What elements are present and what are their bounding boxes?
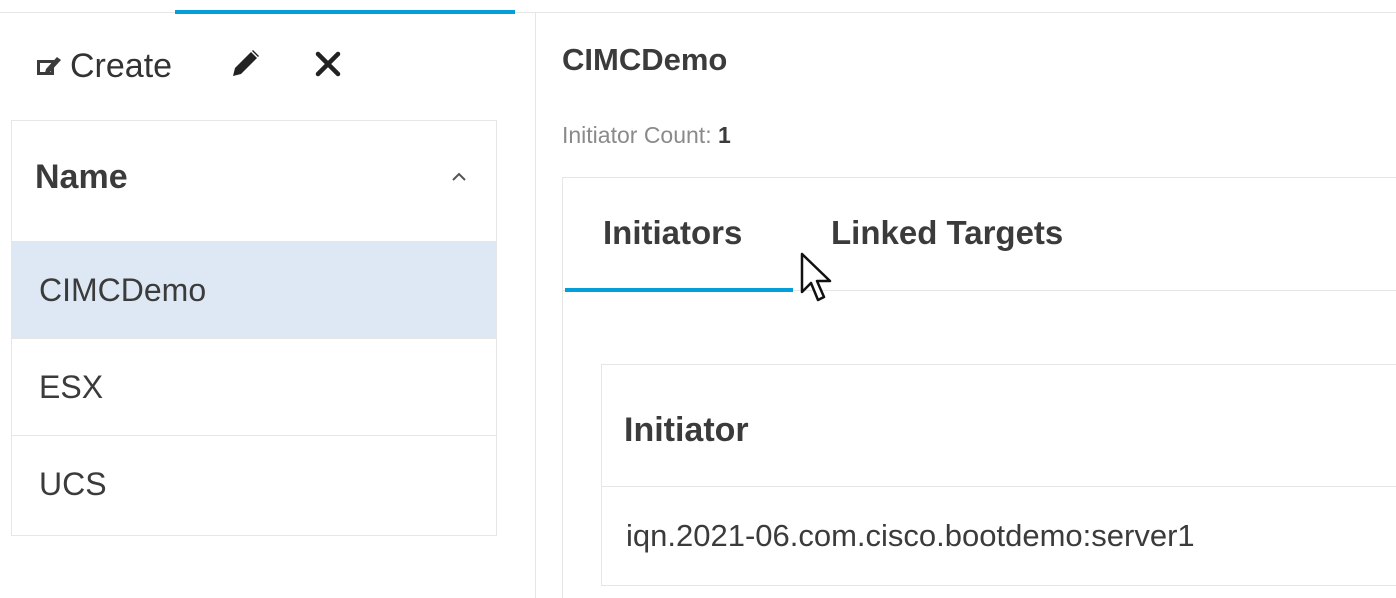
- close-icon: [314, 50, 342, 83]
- edit-button[interactable]: [230, 49, 262, 84]
- name-list-table: Name CIMCDemo ESX UCS: [11, 120, 497, 536]
- pane-divider: [535, 13, 536, 598]
- pencil-icon: [230, 49, 262, 84]
- initiator-count: Initiator Count: 1: [562, 122, 731, 149]
- create-button-label: Create: [70, 46, 173, 85]
- detail-title: CIMCDemo: [562, 42, 728, 77]
- list-item-label: ESX: [39, 368, 104, 405]
- initiator-column-header[interactable]: Initiator: [602, 365, 1396, 487]
- initiator-value: iqn.2021-06.com.cisco.bootdemo:server1: [626, 518, 1195, 553]
- list-toolbar: Create: [36, 44, 342, 88]
- create-edit-icon: [36, 54, 62, 78]
- active-tab-indicator: [565, 288, 793, 292]
- chevron-up-icon[interactable]: [450, 171, 468, 183]
- tab-linked-targets[interactable]: Linked Targets: [831, 214, 1063, 252]
- list-item[interactable]: ESX: [12, 339, 496, 436]
- initiator-count-label: Initiator Count:: [562, 122, 712, 148]
- list-item-label: UCS: [39, 466, 107, 502]
- detail-card: Initiators Linked Targets Initiator iqn.…: [562, 177, 1396, 598]
- name-column-label: Name: [35, 157, 128, 196]
- table-row[interactable]: iqn.2021-06.com.cisco.bootdemo:server1: [602, 487, 1396, 585]
- page: Create Name CIMCDemo ESX UCS CIMCDemo In…: [0, 0, 1396, 598]
- detail-tabs: Initiators Linked Targets: [563, 178, 1396, 292]
- list-item[interactable]: CIMCDemo: [12, 242, 496, 339]
- active-nav-indicator: [175, 10, 515, 14]
- list-item[interactable]: UCS: [12, 436, 496, 533]
- initiator-count-value: 1: [717, 122, 731, 148]
- name-column-header[interactable]: Name: [12, 121, 496, 242]
- tab-initiators[interactable]: Initiators: [603, 214, 742, 252]
- initiator-table: Initiator iqn.2021-06.com.cisco.bootdemo…: [601, 364, 1396, 586]
- list-item-label: CIMCDemo: [39, 271, 207, 308]
- delete-button[interactable]: [314, 50, 342, 83]
- create-button[interactable]: Create: [36, 47, 172, 86]
